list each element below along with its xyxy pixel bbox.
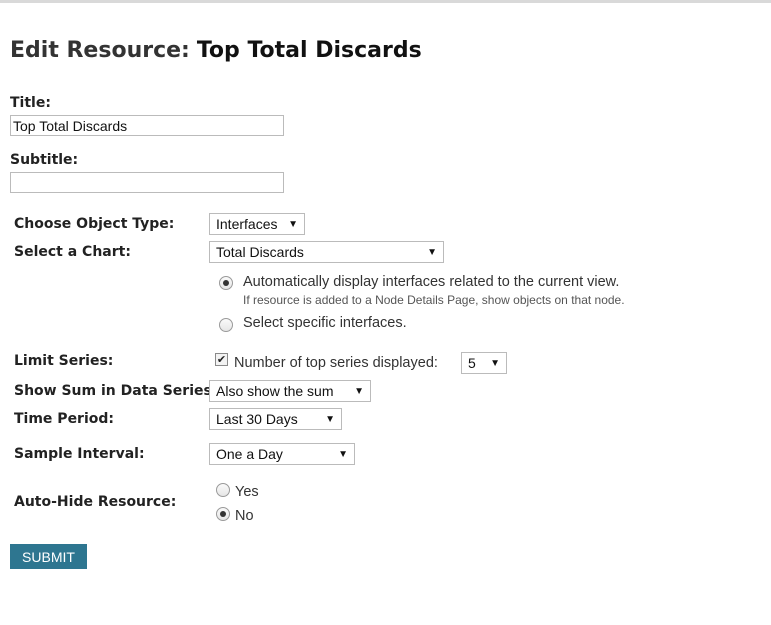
specific-interfaces-radio[interactable]: [219, 318, 233, 332]
radio-selected-dot: [223, 280, 229, 286]
object-type-select[interactable]: Interfaces ▼: [209, 213, 305, 235]
auto-hide-no-radio[interactable]: [216, 507, 230, 521]
show-sum-select[interactable]: Also show the sum ▼: [209, 380, 371, 402]
object-type-value: Interfaces: [216, 216, 278, 232]
auto-interfaces-label: Automatically display interfaces related…: [243, 274, 620, 290]
subtitle-input[interactable]: [10, 172, 284, 193]
auto-interfaces-radio[interactable]: [219, 276, 233, 290]
time-period-label: Time Period:: [14, 411, 115, 427]
show-sum-value: Also show the sum: [216, 383, 334, 399]
chevron-down-icon: ▼: [427, 246, 437, 258]
limit-series-checkbox[interactable]: ✔: [215, 353, 228, 366]
series-count-value: 5: [468, 355, 476, 371]
page-title-prefix: Edit Resource:: [10, 38, 190, 63]
limit-series-label: Limit Series:: [14, 353, 114, 369]
subtitle-label: Subtitle:: [10, 152, 79, 168]
auto-interfaces-hint: If resource is added to a Node Details P…: [243, 293, 625, 307]
title-input[interactable]: [10, 115, 284, 136]
chart-value: Total Discards: [216, 244, 304, 260]
show-sum-label: Show Sum in Data Series:: [14, 383, 218, 399]
checkmark-icon: ✔: [216, 353, 227, 366]
series-count-select[interactable]: 5 ▼: [461, 352, 507, 374]
sample-interval-select[interactable]: One a Day ▼: [209, 443, 355, 465]
object-type-label: Choose Object Type:: [14, 216, 175, 232]
submit-button[interactable]: SUBMIT: [10, 544, 87, 569]
chevron-down-icon: ▼: [288, 218, 298, 230]
auto-hide-yes-radio[interactable]: [216, 483, 230, 497]
sample-interval-value: One a Day: [216, 446, 283, 462]
limit-series-check-label: Number of top series displayed:: [234, 355, 438, 371]
specific-interfaces-label: Select specific interfaces.: [243, 315, 407, 331]
chart-select[interactable]: Total Discards ▼: [209, 241, 444, 263]
page-title: Edit Resource: Top Total Discards: [10, 38, 422, 63]
radio-selected-dot: [220, 511, 226, 517]
time-period-select[interactable]: Last 30 Days ▼: [209, 408, 342, 430]
auto-hide-yes-label: Yes: [235, 484, 259, 500]
chevron-down-icon: ▼: [490, 357, 500, 369]
chevron-down-icon: ▼: [354, 385, 364, 397]
chevron-down-icon: ▼: [338, 448, 348, 460]
title-label: Title:: [10, 95, 51, 111]
chart-label: Select a Chart:: [14, 244, 131, 260]
page-title-resource-name: Top Total Discards: [196, 38, 422, 63]
time-period-value: Last 30 Days: [216, 411, 298, 427]
chevron-down-icon: ▼: [325, 413, 335, 425]
sample-interval-label: Sample Interval:: [14, 446, 145, 462]
top-border: [0, 0, 771, 3]
auto-hide-label: Auto-Hide Resource:: [14, 494, 177, 510]
auto-hide-no-label: No: [235, 508, 254, 524]
